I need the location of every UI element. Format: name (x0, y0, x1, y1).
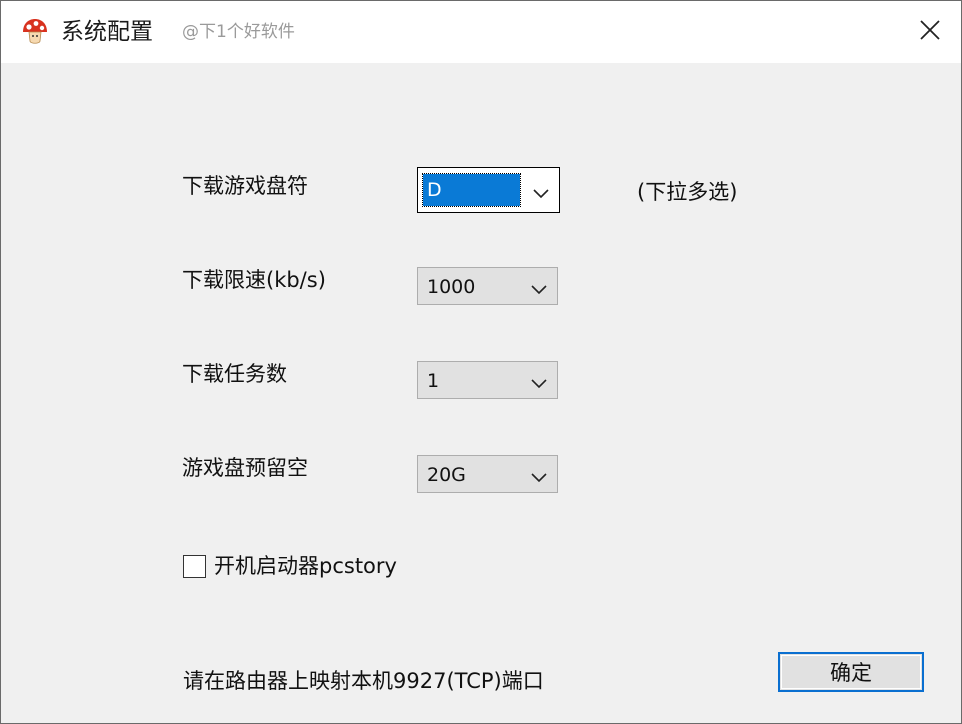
task-count-value: 1 (427, 370, 440, 392)
autostart-label[interactable]: 开机启动器pcstory (214, 551, 397, 581)
close-button[interactable] (905, 11, 955, 53)
drive-label: 下载游戏盘符 (182, 174, 308, 198)
task-count-label: 下载任务数 (182, 362, 287, 386)
autostart-checkbox[interactable] (183, 555, 206, 578)
chevron-down-icon (531, 374, 547, 389)
reserved-space-value: 20G (427, 464, 466, 486)
speed-limit-value: 1000 (427, 276, 476, 298)
task-count-select[interactable]: 1 (417, 361, 558, 399)
chevron-down-icon (531, 280, 547, 295)
reserved-space-select[interactable]: 20G (417, 455, 558, 493)
window-title: 系统配置 (61, 19, 153, 45)
close-icon (919, 19, 941, 45)
port-mapping-note: 请在路由器上映射本机9927(TCP)端口 (183, 669, 544, 693)
ok-button[interactable]: 确定 (778, 652, 924, 692)
chevron-down-icon (531, 468, 547, 483)
watermark-text: @下1个好软件 (182, 22, 295, 42)
title-bar: 系统配置 @下1个好软件 (1, 1, 961, 63)
mushroom-icon (21, 17, 49, 47)
multi-select-hint: (下拉多选) (637, 180, 738, 204)
ok-button-label: 确定 (830, 661, 872, 685)
config-window: 系统配置 @下1个好软件 下载游戏盘符 D (下拉多选) 下载限速(kb/s) … (0, 0, 962, 724)
drive-select-value: D (427, 179, 442, 201)
reserved-space-label: 游戏盘预留空 (182, 456, 308, 480)
drive-select[interactable]: D (417, 167, 560, 213)
speed-limit-label: 下载限速(kb/s) (182, 268, 326, 292)
speed-limit-select[interactable]: 1000 (417, 267, 558, 305)
chevron-down-icon (533, 184, 549, 199)
